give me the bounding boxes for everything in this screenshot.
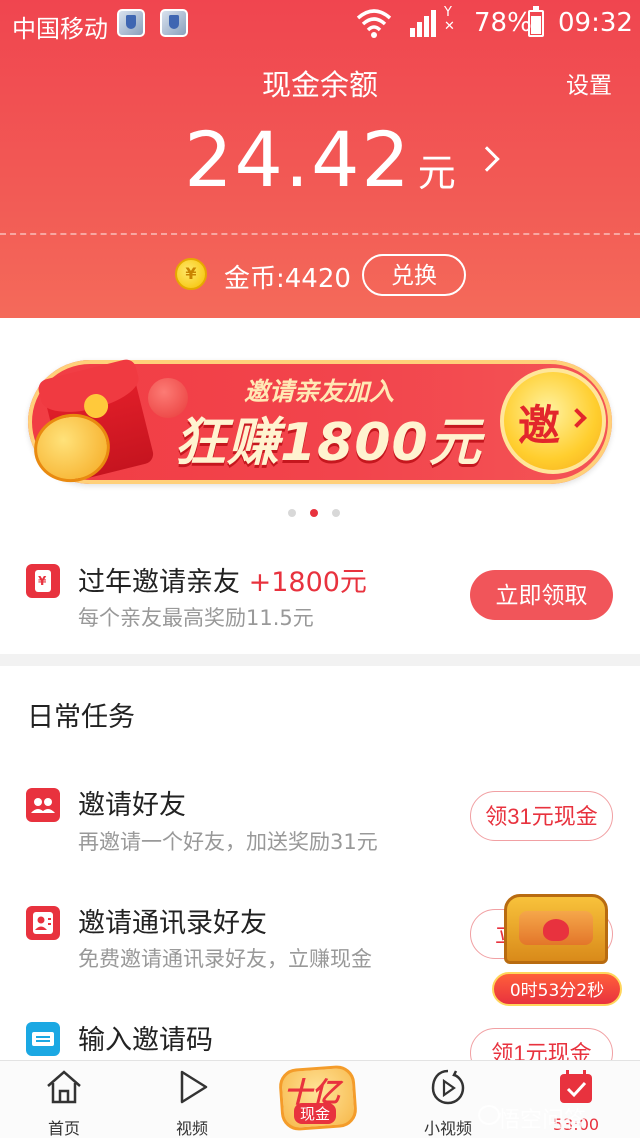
task-title: 邀请通讯录好友: [78, 908, 267, 939]
promo-title-text: 过年邀请亲友: [78, 567, 240, 598]
sim-status-icon: Y ✕: [444, 5, 455, 34]
promo-subtitle: 每个亲友最高奖励11.5元: [78, 606, 314, 630]
status-bar: 中国移动 Y ✕ 78% 09:32: [0, 0, 640, 46]
chest-timer: 0时53分2秒: [492, 972, 622, 1006]
balance-display[interactable]: 24.42 元: [0, 115, 640, 204]
carousel-dot[interactable]: [288, 509, 296, 517]
home-icon: [47, 1070, 81, 1104]
tab-short-video-label: 小视频: [423, 1119, 472, 1138]
coin-balance: 金币:4420: [224, 264, 351, 294]
settings-link[interactable]: 设置: [566, 66, 612, 100]
short-video-icon: [431, 1069, 465, 1105]
tab-home-label: 首页: [47, 1119, 80, 1138]
balance-unit: 元: [417, 151, 456, 195]
treasure-chest-icon[interactable]: [504, 894, 608, 964]
watermark-logo-icon: [478, 1105, 500, 1125]
security-shield-icon: [160, 9, 188, 37]
cellular-signal-icon: [410, 10, 436, 37]
daily-tasks-title: 日常任务: [27, 702, 135, 733]
tab-cash-promo[interactable]: 十亿 现金: [270, 1063, 366, 1132]
task-subtitle: 免费邀请通讯录好友，立赚现金: [78, 947, 372, 971]
red-envelope-icon: ¥: [26, 564, 60, 598]
banner-headline: 狂赚1800元: [174, 413, 482, 473]
task-subtitle: 再邀请一个好友，加送奖励31元: [78, 830, 378, 854]
wifi-icon: [356, 9, 392, 38]
claim-now-button[interactable]: 立即领取: [470, 570, 613, 620]
play-icon: [180, 1070, 208, 1104]
promo-title: 过年邀请亲友 +1800元: [78, 560, 367, 599]
invite-badge-label: 邀: [518, 401, 561, 450]
tab-video[interactable]: 视频: [152, 1067, 232, 1138]
ticket-icon: [26, 1022, 60, 1056]
battery-percent: 78%: [474, 8, 532, 38]
task-title: 输入邀请码: [78, 1025, 213, 1056]
carousel-dot-active[interactable]: [310, 509, 318, 517]
tab-short-video[interactable]: 小视频: [408, 1067, 488, 1138]
cash-promo-label: 现金: [294, 1103, 337, 1124]
task-title: 邀请好友: [78, 790, 186, 821]
security-shield-icon: [117, 9, 145, 37]
task-action-button[interactable]: 领31元现金: [470, 791, 613, 841]
friends-icon: [26, 788, 60, 822]
tab-home[interactable]: 首页: [24, 1067, 104, 1138]
promo-bonus: +1800元: [248, 567, 367, 598]
balance-title: 现金余额: [261, 68, 378, 102]
tab-video-label: 视频: [175, 1119, 208, 1138]
gold-coin-icon: ¥: [175, 258, 207, 290]
exchange-button[interactable]: 兑换: [362, 254, 466, 296]
cash-header: 中国移动 Y ✕ 78% 09:32 现金余额 设置 24.42 元 ¥ 金币:44…: [0, 0, 640, 318]
carousel-dot[interactable]: [332, 509, 340, 517]
dashed-divider: [0, 233, 640, 235]
watermark: 悟空问答: [498, 1108, 587, 1133]
balance-amount: 24.42: [184, 115, 412, 204]
status-clock: 09:32: [558, 8, 633, 38]
carrier-name: 中国移动: [12, 15, 108, 43]
battery-icon: [528, 6, 544, 37]
calendar-check-icon: [560, 1070, 592, 1103]
contacts-icon: [26, 906, 60, 940]
